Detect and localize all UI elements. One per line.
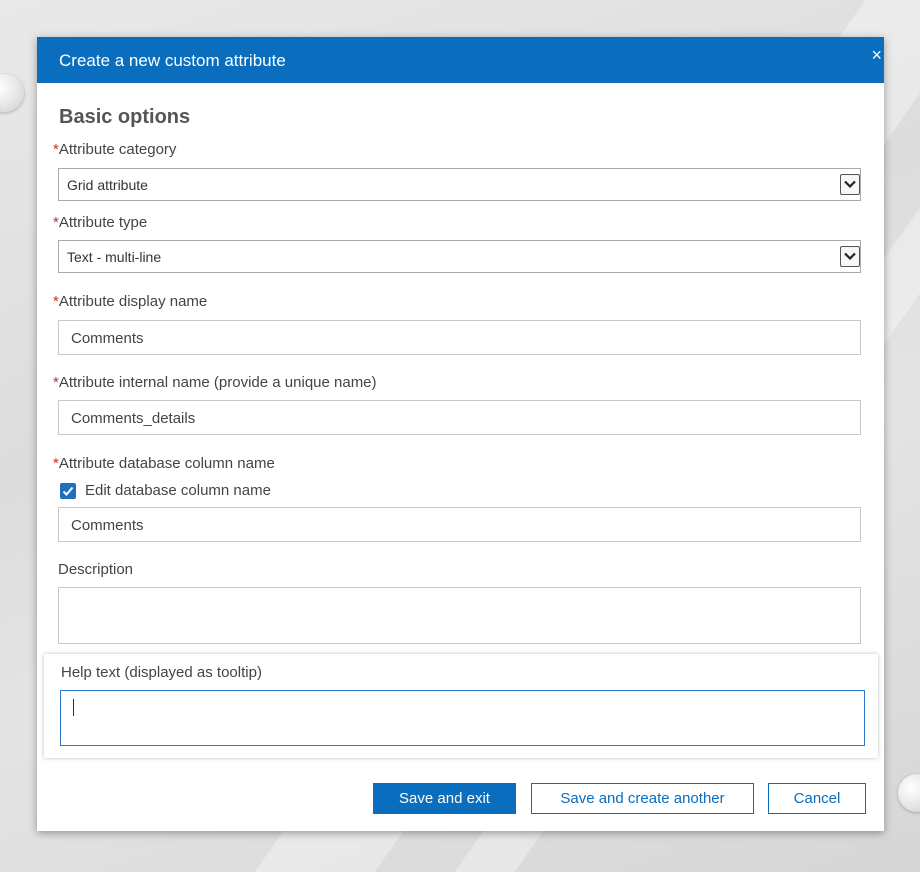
background-orb bbox=[0, 74, 24, 112]
dialog-title: Create a new custom attribute bbox=[59, 51, 286, 70]
attribute-category-label-text: Attribute category bbox=[58, 141, 177, 158]
description-label: Description bbox=[58, 561, 134, 578]
internal-name-label-text: Attribute internal name (provide a uniqu… bbox=[58, 374, 377, 391]
internal-name-value: Comments_details bbox=[71, 410, 196, 427]
checkmark-icon bbox=[62, 486, 74, 496]
attribute-type-value: Text - multi-line bbox=[67, 249, 162, 265]
section-title: Basic options bbox=[59, 106, 191, 128]
attribute-type-select[interactable]: Text - multi-line bbox=[58, 240, 861, 273]
background-orb bbox=[898, 774, 920, 812]
display-name-label-text: Attribute display name bbox=[58, 293, 208, 310]
chevron-down-icon[interactable] bbox=[840, 174, 860, 195]
save-and-exit-button[interactable]: Save and exit bbox=[373, 783, 516, 814]
help-text-panel: Help text (displayed as tooltip) bbox=[44, 654, 878, 758]
cancel-button[interactable]: Cancel bbox=[768, 783, 866, 814]
db-column-name-value: Comments bbox=[71, 517, 144, 534]
attribute-type-label: *Attribute type bbox=[53, 214, 147, 231]
create-attribute-dialog: Create a new custom attribute × Basic op… bbox=[37, 37, 884, 831]
help-text-label: Help text (displayed as tooltip) bbox=[61, 664, 262, 681]
attribute-category-select[interactable]: Grid attribute bbox=[58, 168, 861, 201]
internal-name-input[interactable]: Comments_details bbox=[58, 400, 861, 435]
attribute-category-label: *Attribute category bbox=[53, 141, 176, 158]
help-text-textarea[interactable] bbox=[60, 690, 865, 746]
edit-db-column-label[interactable]: Edit database column name bbox=[85, 482, 271, 499]
attribute-type-label-text: Attribute type bbox=[58, 214, 148, 231]
db-column-name-label-text: Attribute database column name bbox=[58, 455, 275, 472]
attribute-category-value: Grid attribute bbox=[67, 177, 148, 193]
text-cursor bbox=[73, 699, 74, 716]
close-icon[interactable]: × bbox=[871, 46, 882, 64]
edit-db-column-checkbox[interactable] bbox=[60, 483, 76, 499]
display-name-input[interactable]: Comments bbox=[58, 320, 861, 355]
description-textarea[interactable] bbox=[58, 587, 861, 644]
save-and-create-another-button[interactable]: Save and create another bbox=[531, 783, 754, 814]
internal-name-label: *Attribute internal name (provide a uniq… bbox=[53, 374, 377, 391]
dialog-header: Create a new custom attribute × bbox=[37, 37, 884, 83]
dialog-footer: Save and exit Save and create another Ca… bbox=[37, 770, 884, 831]
db-column-name-label: *Attribute database column name bbox=[53, 455, 275, 472]
display-name-value: Comments bbox=[71, 330, 144, 347]
chevron-down-icon[interactable] bbox=[840, 246, 860, 267]
db-column-name-input[interactable]: Comments bbox=[58, 507, 861, 542]
display-name-label: *Attribute display name bbox=[53, 293, 207, 310]
